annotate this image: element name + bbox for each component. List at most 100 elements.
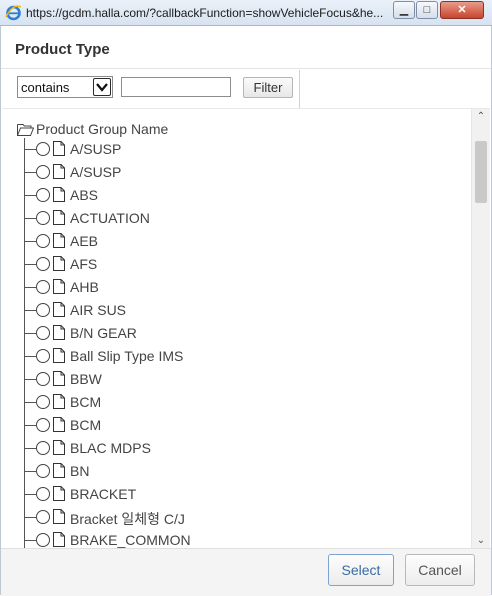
tree-item-radio[interactable]: [36, 372, 50, 386]
tree-item-label: BRACKET: [70, 486, 137, 502]
tree-item[interactable]: BCM: [2, 391, 462, 414]
tree-item-radio[interactable]: [36, 188, 50, 202]
tree-branch-line: [24, 218, 36, 219]
document-icon: [53, 532, 65, 547]
tree-item[interactable]: ACTUATION: [2, 207, 462, 230]
tree-branch-line: [24, 287, 36, 288]
tree-item-label: BCM: [70, 394, 102, 410]
tree-item-radio[interactable]: [36, 464, 50, 478]
header-divider: [1, 68, 491, 69]
tree-branch-line: [24, 379, 36, 380]
maximize-icon: □: [423, 4, 431, 16]
tree-item-radio[interactable]: [36, 165, 50, 179]
internet-explorer-icon: [5, 5, 22, 21]
tree-item[interactable]: AEB: [2, 230, 462, 253]
tree-item-radio[interactable]: [36, 211, 50, 225]
tree-item-label: ACTUATION: [70, 210, 150, 226]
tree-item[interactable]: B/N GEAR: [2, 322, 462, 345]
product-group-tree: Product Group Name A/SUSP A/SUSP ABS ACTUAT…: [2, 109, 470, 549]
document-icon: [53, 486, 65, 501]
tree-item[interactable]: BRAKE_COMMON: [2, 529, 462, 549]
tree-branch-line: [24, 264, 36, 265]
tree-item-radio[interactable]: [36, 487, 50, 501]
tree-item[interactable]: ABS: [2, 184, 462, 207]
tree-item[interactable]: A/SUSP: [2, 138, 462, 161]
tree-item-label: AFS: [70, 256, 98, 272]
tree-item-label: BN: [70, 463, 90, 479]
tree-scrollbar[interactable]: ⌃ ⌄: [471, 109, 490, 549]
tree-item-radio[interactable]: [36, 280, 50, 294]
filter-operator-select[interactable]: contains: [17, 76, 113, 98]
tree-item[interactable]: BN: [2, 460, 462, 483]
dialog-footer: Select Cancel: [1, 548, 491, 596]
tree-branch-line: [24, 540, 36, 541]
tree-root-label: Product Group Name: [36, 121, 169, 137]
tree-item-label: BBW: [70, 371, 102, 387]
tree-item-radio[interactable]: [36, 142, 50, 156]
dialog: Product Type contains Filter Product Gro…: [0, 26, 492, 596]
document-icon: [53, 141, 65, 156]
document-icon: [53, 187, 65, 202]
filter-button[interactable]: Filter: [243, 77, 293, 98]
scroll-up-icon[interactable]: ⌃: [472, 109, 490, 125]
tree-item-radio[interactable]: [36, 510, 50, 524]
tree-branch-line: [24, 356, 36, 357]
tree-branch-line: [24, 310, 36, 311]
document-icon: [53, 371, 65, 386]
tree-item[interactable]: BLAC MDPS: [2, 437, 462, 460]
tree-item-radio[interactable]: [36, 326, 50, 340]
chevron-down-icon[interactable]: [93, 78, 111, 96]
document-icon: [53, 440, 65, 455]
tree-item-label: A/SUSP: [70, 164, 122, 180]
tree-item[interactable]: Bracket 일체형 C/J: [2, 506, 462, 529]
tree-connector-line: [24, 529, 25, 549]
tree-item-radio[interactable]: [36, 418, 50, 432]
tree-item-label: BCM: [70, 417, 102, 433]
document-icon: [53, 325, 65, 340]
tree-item-radio[interactable]: [36, 303, 50, 317]
maximize-button[interactable]: □: [416, 1, 438, 19]
tree-item[interactable]: AIR SUS: [2, 299, 462, 322]
minimize-icon: ▁: [399, 4, 409, 16]
tree-item-radio[interactable]: [36, 349, 50, 363]
folder-open-icon: [17, 124, 34, 136]
tree-item-label: B/N GEAR: [70, 325, 137, 341]
tree-panel: Product Group Name A/SUSP A/SUSP ABS ACTUAT…: [2, 108, 490, 549]
document-icon: [53, 279, 65, 294]
tree-item-radio[interactable]: [36, 533, 50, 547]
document-icon: [53, 509, 65, 524]
tree-item-radio[interactable]: [36, 441, 50, 455]
document-icon: [53, 233, 65, 248]
tree-item-label: BLAC MDPS: [70, 440, 151, 456]
tree-item[interactable]: BRACKET: [2, 483, 462, 506]
tree-item[interactable]: BBW: [2, 368, 462, 391]
tree-branch-line: [24, 195, 36, 196]
tree-item-radio[interactable]: [36, 234, 50, 248]
tree-item[interactable]: AHB: [2, 276, 462, 299]
document-icon: [53, 417, 65, 432]
scrollbar-thumb[interactable]: [475, 141, 487, 203]
close-icon: ✕: [457, 4, 467, 16]
tree-item[interactable]: AFS: [2, 253, 462, 276]
close-window-button[interactable]: ✕: [440, 1, 484, 19]
cancel-button[interactable]: Cancel: [405, 554, 475, 586]
filter-toolbar: contains Filter: [15, 70, 300, 108]
tree-branch-line: [24, 172, 36, 173]
browser-title-bar: https://gcdm.halla.com/?callbackFunction…: [0, 0, 492, 26]
minimize-button[interactable]: ▁: [393, 1, 415, 19]
tree-item[interactable]: Ball Slip Type IMS: [2, 345, 462, 368]
filter-text-input[interactable]: [121, 77, 231, 97]
tree-item-radio[interactable]: [36, 257, 50, 271]
tree-item[interactable]: BCM: [2, 414, 462, 437]
tree-branch-line: [24, 471, 36, 472]
tree-item-label: Bracket 일체형 C/J: [70, 511, 185, 527]
scroll-down-icon[interactable]: ⌄: [472, 533, 490, 549]
select-button[interactable]: Select: [328, 554, 394, 586]
tree-branch-line: [24, 425, 36, 426]
filter-operator-value: contains: [21, 80, 70, 95]
tree-item-label: A/SUSP: [70, 141, 122, 157]
document-icon: [53, 348, 65, 363]
tree-item-radio[interactable]: [36, 395, 50, 409]
tree-item[interactable]: A/SUSP: [2, 161, 462, 184]
tree-item-label: ABS: [70, 187, 99, 203]
